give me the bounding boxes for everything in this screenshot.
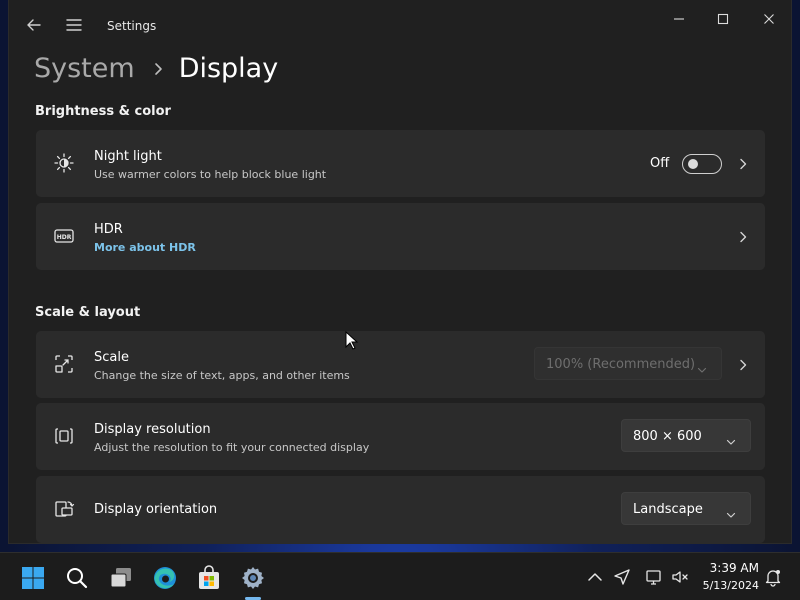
scale-description: Change the size of text, apps, and other…: [94, 369, 350, 382]
resolution-icon: [53, 425, 75, 447]
display-orientation-dropdown[interactable]: Landscape: [621, 492, 751, 525]
brightness-icon: [53, 152, 75, 174]
display-orientation-value: Landscape: [633, 502, 703, 517]
display-orientation-title: Display orientation: [94, 502, 218, 517]
display-resolution-title: Display resolution: [94, 422, 211, 437]
scale-dropdown: 100% (Recommended): [534, 347, 722, 380]
window-title: Settings: [107, 19, 157, 33]
network-icon[interactable]: [644, 567, 664, 587]
display-resolution-card: Display resolution Adjust the resolution…: [36, 403, 765, 470]
chevron-down-icon: [726, 432, 736, 445]
search-icon[interactable]: [64, 565, 90, 591]
chevron-right-icon[interactable]: [736, 156, 750, 170]
chevron-up-icon[interactable]: [585, 567, 605, 587]
edge-icon[interactable]: [152, 565, 178, 591]
breadcrumb-system-link[interactable]: System: [34, 53, 135, 84]
night-light-title: Night light: [94, 149, 162, 164]
page-title: Display: [178, 52, 279, 84]
start-icon[interactable]: [20, 565, 46, 591]
section-heading-brightness: Brightness & color: [35, 104, 171, 119]
night-light-toggle[interactable]: [682, 154, 722, 174]
notification-icon[interactable]: [763, 567, 783, 587]
scale-dropdown-value: 100% (Recommended): [546, 357, 696, 372]
display-resolution-value: 800 × 600: [633, 429, 702, 444]
close-button[interactable]: [758, 8, 780, 30]
chevron-down-icon: [726, 505, 736, 518]
title-bar: Settings: [9, 0, 791, 50]
night-light-card[interactable]: Night light Use warmer colors to help bl…: [36, 130, 765, 197]
task-view-icon[interactable]: [108, 565, 134, 591]
hamburger-menu-icon[interactable]: [63, 14, 85, 36]
location-icon[interactable]: [612, 567, 632, 587]
scale-title: Scale: [94, 350, 129, 365]
clock-date[interactable]: 5/13/2024: [698, 579, 759, 592]
more-about-hdr-link[interactable]: More about HDR: [94, 241, 196, 254]
chevron-down-icon: [697, 360, 707, 373]
taskbar: 3:39 AM 5/13/2024: [0, 552, 800, 600]
settings-icon[interactable]: [240, 565, 266, 591]
toggle-knob: [688, 159, 698, 169]
mouse-cursor-icon: [345, 330, 359, 351]
display-resolution-dropdown[interactable]: 800 × 600: [621, 419, 751, 452]
hdr-card[interactable]: HDR HDR More about HDR: [36, 203, 765, 270]
hdr-icon: HDR: [53, 225, 75, 247]
svg-text:HDR: HDR: [57, 234, 72, 241]
scale-icon: [53, 353, 75, 375]
display-resolution-description: Adjust the resolution to fit your connec…: [94, 441, 370, 454]
chevron-right-icon[interactable]: [736, 357, 750, 371]
back-arrow-icon[interactable]: [23, 14, 45, 36]
maximize-button[interactable]: [712, 8, 734, 30]
night-light-description: Use warmer colors to help block blue lig…: [94, 168, 327, 181]
chevron-right-icon[interactable]: [736, 229, 750, 243]
section-heading-scale-layout: Scale & layout: [35, 305, 141, 320]
clock-time[interactable]: 3:39 AM: [703, 561, 759, 575]
hdr-title: HDR: [94, 222, 123, 237]
chevron-right-icon: [151, 61, 165, 75]
minimize-button[interactable]: [668, 8, 690, 30]
scale-card[interactable]: Scale Change the size of text, apps, and…: [36, 331, 765, 398]
display-orientation-card: Display orientation Landscape: [36, 476, 765, 543]
orientation-icon: [53, 498, 75, 520]
settings-window: Settings System Display Brightness & col…: [8, 0, 792, 544]
breadcrumb: System Display: [34, 48, 278, 88]
volume-muted-icon[interactable]: [670, 567, 690, 587]
store-icon[interactable]: [196, 565, 222, 591]
night-light-state-label: Off: [650, 156, 670, 171]
